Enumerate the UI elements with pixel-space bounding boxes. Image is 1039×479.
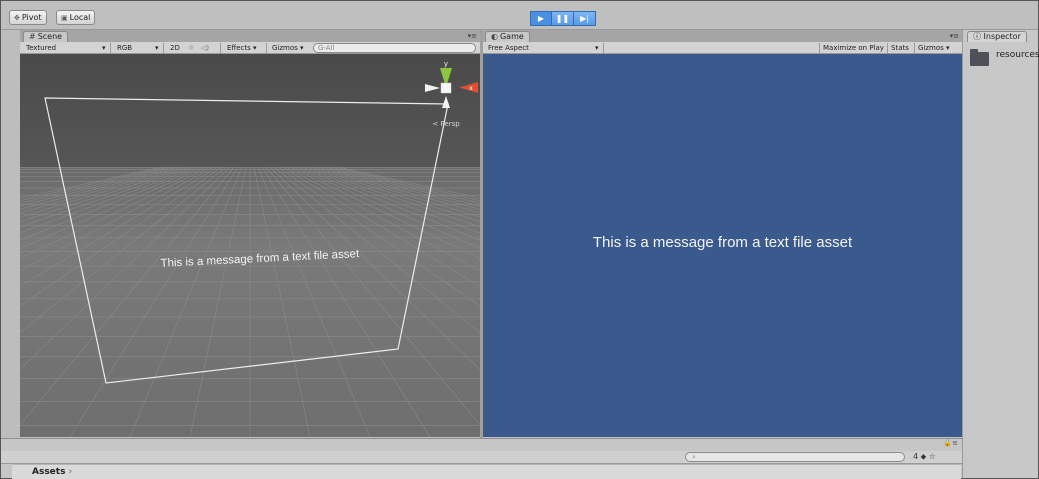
project-panel: 🔒≡ ⌕ 4 ⬥ ☆ Assets ›	[1, 438, 962, 479]
star-icon[interactable]: ☆	[929, 452, 936, 461]
separator	[266, 43, 267, 53]
maximize-label: Maximize on Play	[823, 44, 884, 52]
play-icon: ▶	[537, 14, 545, 23]
main-toolbar: ✥ Pivot ▣ Local ▶ ❚❚ ▶|	[1, 1, 1038, 30]
scene-sky	[20, 54, 480, 167]
breadcrumb-assets[interactable]: Assets ›	[32, 467, 72, 477]
effects-dropdown[interactable]: Effects ▾	[227, 43, 257, 53]
inspector-panel: ⓘ Inspector resources	[962, 30, 1039, 478]
maximize-on-play-toggle[interactable]: Maximize on Play	[823, 43, 884, 53]
panel-menu-icon[interactable]: ▾≡	[468, 32, 477, 40]
separator	[110, 43, 111, 53]
render-mode-label: RGB	[117, 44, 133, 52]
toggle-2d-button[interactable]: 2D	[170, 43, 180, 53]
pivot-label: Pivot	[21, 13, 42, 22]
asset-label-count[interactable]: 4	[913, 452, 918, 461]
scene-toolbar: Textured ▾ RGB ▾ 2D ☼ ◁) Effects ▾ Gizmo…	[20, 42, 480, 54]
game-icon: ◐	[491, 32, 498, 41]
separator	[163, 43, 164, 53]
playback-controls: ▶ ❚❚ ▶|	[530, 11, 596, 26]
local-icon: ▣	[61, 14, 68, 22]
local-label: Local	[69, 13, 91, 22]
scene-tabstrip: # Scene ▾≡	[20, 30, 480, 42]
tab-inspector[interactable]: ⓘ Inspector	[967, 31, 1027, 42]
separator	[887, 43, 888, 53]
gizmos-label: Gizmos	[918, 44, 944, 52]
gizmo-x-label: x	[469, 85, 473, 92]
game-gizmos-dropdown[interactable]: Gizmos ▾	[918, 43, 950, 53]
breadcrumb: Assets ›	[12, 464, 961, 479]
inspector-tab-label: Inspector	[983, 32, 1021, 41]
project-toolbar-icons: 4 ⬥ ☆	[913, 452, 936, 462]
game-viewport[interactable]: This is a message from a text file asset	[483, 54, 962, 437]
local-toggle-button[interactable]: ▣ Local	[56, 10, 96, 25]
gizmo-y-label: y	[444, 60, 448, 68]
panel-menu-icon[interactable]: ▾≡	[950, 32, 959, 40]
chevron-right-icon: ›	[68, 467, 73, 477]
dropdown-arrow-icon: ▾	[102, 44, 106, 52]
lighting-icon[interactable]: ☼	[188, 43, 194, 53]
info-icon: ⓘ	[973, 32, 981, 41]
scene-gizmos-dropdown[interactable]: Gizmos ▾	[272, 43, 304, 53]
scene-search-input[interactable]: G-All	[313, 43, 476, 53]
scene-tab-label: Scene	[37, 32, 63, 41]
separator	[220, 43, 221, 53]
dropdown-arrow-icon: ▾	[155, 44, 159, 52]
tab-game[interactable]: ◐ Game	[485, 31, 530, 42]
step-icon: ▶|	[580, 14, 589, 23]
gizmos-label: Gizmos	[272, 44, 298, 52]
game-toolbar: Free Aspect ▾ Maximize on Play Stats Giz…	[483, 42, 962, 54]
scene-canvas[interactable]: This is a message from a text file asset…	[20, 54, 480, 437]
aspect-dropdown[interactable]: Free Aspect	[488, 43, 529, 53]
folder-icon	[970, 49, 989, 66]
pause-button[interactable]: ❚❚	[552, 11, 574, 26]
game-tabstrip: ◐ Game ▾≡	[483, 30, 962, 42]
game-message: This is a message from a text file asset	[592, 234, 853, 251]
aspect-label: Free Aspect	[488, 44, 529, 52]
audio-icon[interactable]: ◁)	[201, 43, 209, 53]
mode-2d-label: 2D	[170, 44, 180, 52]
persp-label[interactable]: < Persp	[432, 120, 460, 128]
separator	[819, 43, 820, 53]
dropdown-arrow-icon: ▾	[595, 44, 599, 52]
play-button[interactable]: ▶	[530, 11, 552, 26]
separator	[914, 43, 915, 53]
search-icon: ⌕	[692, 453, 696, 461]
pivot-icon: ✥	[14, 14, 20, 22]
shading-mode-label: Textured	[26, 44, 57, 52]
left-gutter	[1, 30, 20, 438]
shading-mode-dropdown[interactable]: Textured	[26, 43, 56, 53]
tag-icon[interactable]: ⬥	[921, 452, 927, 461]
render-mode-dropdown[interactable]: RGB	[117, 43, 132, 53]
pause-icon: ❚❚	[555, 14, 570, 23]
stats-label: Stats	[891, 44, 909, 52]
search-placeholder: G-All	[318, 44, 335, 52]
game-tab-label: Game	[499, 32, 524, 41]
scene-icon: #	[29, 32, 36, 41]
step-button[interactable]: ▶|	[574, 11, 596, 26]
tab-scene[interactable]: # Scene	[23, 31, 69, 42]
separator	[603, 43, 604, 53]
lock-icon[interactable]: 🔒≡	[943, 439, 958, 447]
project-search-input[interactable]: ⌕	[685, 452, 905, 462]
project-toolbar: ⌕ 4 ⬥ ☆	[1, 451, 962, 464]
effects-label: Effects	[227, 44, 251, 52]
gizmo-center-cube-icon[interactable]	[440, 82, 452, 94]
pivot-toggle-button[interactable]: ✥ Pivot	[9, 10, 47, 25]
breadcrumb-label: Assets	[32, 467, 66, 477]
scene-viewport[interactable]: This is a message from a text file asset…	[20, 54, 480, 437]
stats-toggle[interactable]: Stats	[891, 43, 909, 53]
inspector-item-name: resources	[996, 50, 1039, 60]
